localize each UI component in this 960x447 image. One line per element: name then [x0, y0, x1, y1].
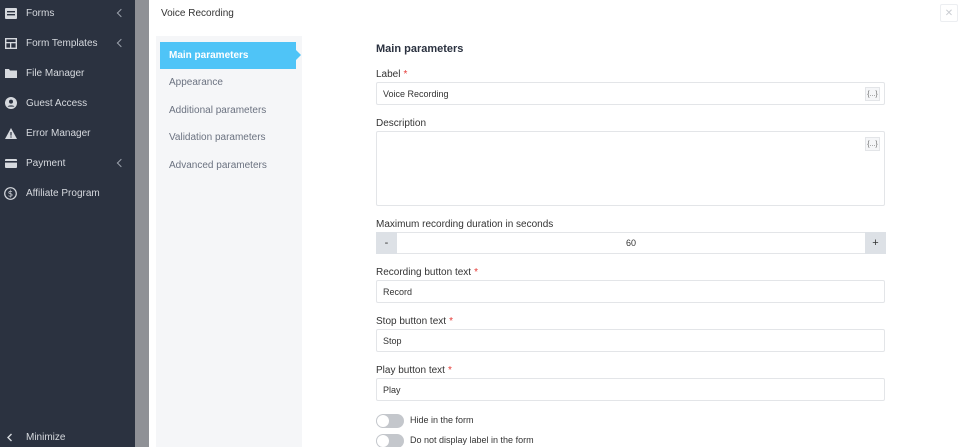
sidebar-item-label: Form Templates: [26, 37, 98, 49]
tab-advanced-parameters[interactable]: Advanced parameters: [160, 152, 296, 179]
record-text-field-label: Recording button text *: [376, 267, 478, 278]
sidebar-item-affiliate-program[interactable]: $ Affiliate Program: [0, 182, 135, 204]
play-text-field-label: Play button text *: [376, 365, 452, 376]
chevron-left-icon: [116, 158, 126, 168]
label-field-text: Label: [376, 69, 401, 80]
increment-button[interactable]: +: [865, 232, 886, 254]
required-mark: *: [447, 365, 452, 376]
forms-icon: [4, 7, 17, 20]
stop-text-label: Stop button text: [376, 316, 447, 327]
sidebar-item-label: Error Manager: [26, 127, 91, 139]
arrow-left-icon: [4, 431, 17, 444]
description-field-label: Description: [376, 118, 427, 129]
minimize-button[interactable]: Minimize: [0, 426, 135, 447]
switch-knob: [377, 415, 389, 427]
close-button[interactable]: ✕: [940, 4, 958, 22]
sidebar-item-label: Affiliate Program: [26, 187, 100, 199]
play-text-value: Play: [383, 384, 401, 395]
sidebar-item-error-manager[interactable]: Error Manager: [0, 122, 135, 144]
hide-label-switch[interactable]: [376, 434, 404, 447]
hide-in-form-label: Hide in the form: [410, 415, 474, 425]
sidebar-item-label: File Manager: [26, 67, 85, 79]
sidebar-item-form-templates[interactable]: Form Templates: [0, 32, 135, 54]
parameters-tab-list: Main parameters Appearance Additional pa…: [156, 36, 302, 447]
window-title: Voice Recording: [161, 8, 234, 19]
required-mark: *: [474, 267, 478, 278]
label-input[interactable]: Voice Recording {...}: [376, 82, 885, 105]
stop-text-input[interactable]: Stop: [376, 329, 885, 352]
stop-text-value: Stop: [383, 335, 402, 346]
sidebar: Forms Form Templates File Manager Guest …: [0, 0, 135, 447]
dollar-icon: $: [4, 186, 17, 200]
duration-stepper: - 60 +: [376, 232, 886, 254]
sidebar-item-label: Guest Access: [26, 97, 88, 109]
required-mark: *: [403, 69, 408, 80]
record-text-label: Recording button text: [376, 267, 472, 278]
record-text-input[interactable]: Record: [376, 280, 885, 303]
section-title: Main parameters: [376, 43, 464, 55]
file-manager-icon: [4, 67, 17, 80]
sidebar-item-file-manager[interactable]: File Manager: [0, 62, 135, 84]
required-mark: *: [449, 316, 453, 327]
insert-variable-button[interactable]: {...}: [865, 87, 880, 101]
play-text-input[interactable]: Play: [376, 378, 885, 401]
tab-validation-parameters[interactable]: Validation parameters: [160, 124, 296, 151]
switch-knob: [377, 435, 389, 447]
sidebar-item-label: Forms: [26, 7, 55, 19]
play-text-label: Play button text: [376, 365, 445, 376]
sidebar-item-guest-access[interactable]: Guest Access: [0, 92, 135, 114]
guest-access-icon: [4, 97, 17, 110]
stop-text-field-label: Stop button text *: [376, 316, 453, 327]
duration-input[interactable]: 60: [397, 232, 865, 254]
hide-label-label: Do not display label in the form: [410, 435, 534, 445]
label-field-label: Label *: [376, 69, 407, 80]
minimize-label: Minimize: [26, 431, 66, 443]
tab-appearance[interactable]: Appearance: [160, 69, 296, 96]
decrement-button[interactable]: -: [376, 232, 397, 254]
sidebar-item-payment[interactable]: Payment: [0, 152, 135, 174]
modal-window: Voice Recording ✕ Main parameters Appear…: [149, 0, 960, 447]
duration-field-label: Maximum recording duration in seconds: [376, 219, 554, 230]
chevron-left-icon: [116, 38, 126, 48]
tab-main-parameters[interactable]: Main parameters: [160, 42, 301, 69]
sidebar-item-forms[interactable]: Forms: [0, 2, 135, 24]
payment-icon: [4, 157, 17, 170]
hide-in-form-switch[interactable]: [376, 414, 404, 428]
insert-variable-button[interactable]: {...}: [865, 137, 880, 151]
label-input-value: Voice Recording: [383, 88, 449, 99]
form-templates-icon: [4, 37, 17, 50]
chevron-left-icon: [116, 8, 126, 18]
svg-text:$: $: [8, 189, 13, 199]
close-icon: ✕: [944, 7, 954, 19]
warning-icon: [4, 127, 17, 140]
tab-additional-parameters[interactable]: Additional parameters: [160, 97, 296, 124]
description-textarea[interactable]: {...}: [376, 131, 885, 206]
page-scroll-gutter: [135, 0, 149, 447]
sidebar-item-label: Payment: [26, 157, 66, 169]
record-text-value: Record: [383, 286, 413, 297]
